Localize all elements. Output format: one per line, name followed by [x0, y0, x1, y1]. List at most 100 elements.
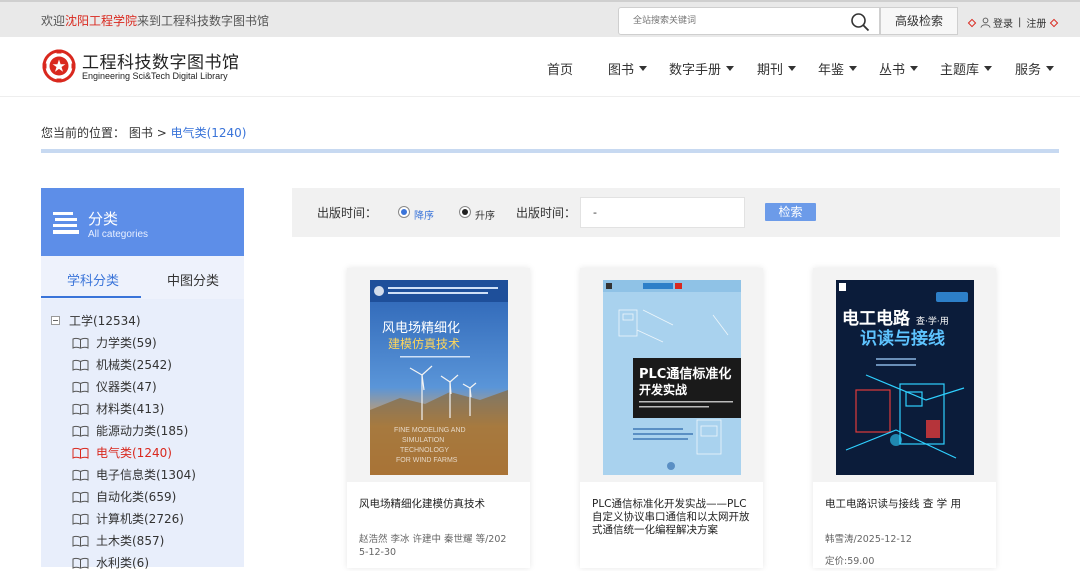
nav-yearbooks[interactable]: 年鉴 [818, 59, 858, 78]
tree-root-label: 工学(12534) [69, 314, 141, 328]
nav-services[interactable]: 服务 [1015, 59, 1055, 78]
caret-down-icon [1046, 66, 1055, 71]
logo-title-cn: 工程科技数字图书馆 [82, 53, 240, 73]
book-card[interactable]: 风电场精细化 建模仿真技术 FINE MODELING AND SIMULATI… [347, 268, 530, 568]
cover-title-line2: 开发实战 [639, 382, 687, 397]
caret-down-icon [788, 66, 797, 71]
sort-desc-radio[interactable] [398, 206, 410, 218]
nav-handbook-label: 数字手册 [669, 63, 722, 78]
open-book-icon [72, 469, 89, 481]
collapse-icon[interactable] [51, 316, 60, 325]
breadcrumb-divider [41, 149, 1059, 153]
book-meta-line2: 定价:59.00 [825, 556, 875, 567]
school-name: 沈阳工程学院 [65, 14, 138, 28]
nav-topics-label: 主题库 [940, 63, 980, 78]
global-search-input[interactable] [633, 13, 843, 29]
caret-down-icon [910, 66, 919, 71]
tree-item[interactable]: 电子信息类(1304) [72, 466, 196, 483]
tree-item[interactable]: 力学类(59) [72, 334, 157, 351]
cover-title-line2: 识读与接线 [860, 328, 945, 349]
login-link[interactable]: 登录 [993, 15, 1013, 30]
tree-root-engineering[interactable]: 工学(12534) [51, 312, 141, 329]
book-cover-area: 电工电路 查·学·用 识读与接线 [813, 268, 996, 482]
open-book-icon [72, 403, 89, 415]
nav-books[interactable]: 图书 [608, 59, 648, 78]
cover-en-line1: FINE MODELING AND [394, 427, 466, 434]
tab-clc-category[interactable]: 中图分类 [167, 270, 219, 289]
nav-series[interactable]: 丛书 [879, 59, 919, 78]
tree-item-label: 材料类(413) [96, 402, 165, 416]
book-cover-image[interactable]: 电工电路 查·学·用 识读与接线 [836, 280, 974, 475]
tree-item-label: 力学类(59) [96, 336, 157, 350]
tree-item-label: 机械类(2542) [96, 358, 172, 372]
open-book-icon [72, 491, 89, 503]
book-cover-image[interactable]: PLC通信标准化 开发实战 [603, 280, 741, 475]
welcome-prefix: 欢迎 [41, 14, 66, 28]
book-meta-line2: 5-12-30 [359, 547, 397, 558]
pub-date-range-input[interactable]: - [580, 197, 745, 228]
filter-search-button[interactable]: 检索 [765, 203, 816, 221]
open-book-icon [72, 535, 89, 547]
tree-item[interactable]: 机械类(2542) [72, 356, 172, 373]
caret-down-icon [639, 66, 648, 71]
nav-services-label: 服务 [1015, 63, 1042, 78]
tree-item[interactable]: 能源动力类(185) [72, 422, 188, 439]
cover-en-line3: TECHNOLOGY [400, 447, 449, 454]
tree-item-selected[interactable]: 电气类(1240) [72, 444, 172, 461]
caret-down-icon [849, 66, 858, 71]
book-card[interactable]: 电工电路 查·学·用 识读与接线 电工电路识读与接线 查 学 用 韩雪涛/202… [813, 268, 996, 568]
breadcrumb-books[interactable]: 图书 [129, 126, 153, 140]
cover-title-line1: 电工电路 [842, 308, 911, 329]
tree-item[interactable]: 仪器类(47) [72, 378, 157, 395]
tree-item[interactable]: 自动化类(659) [72, 488, 176, 505]
open-book-icon [72, 381, 89, 393]
active-tab-underline [41, 296, 141, 298]
category-tabs: 学科分类 中图分类 [41, 256, 244, 299]
nav-digital-handbook[interactable]: 数字手册 [669, 59, 735, 78]
caret-down-icon [984, 66, 993, 71]
tree-item-label: 水利类(6) [96, 556, 149, 570]
tree-item[interactable]: 水利类(6) [72, 554, 149, 571]
sort-desc-label[interactable]: 降序 [414, 207, 434, 222]
breadcrumb: 您当前的位置： 图书 > 电气类(1240) [41, 124, 246, 141]
user-icon [980, 17, 991, 28]
sort-asc-radio[interactable] [459, 206, 471, 218]
diamond-icon [1050, 18, 1059, 27]
cover-title-line1: 风电场精细化 [382, 321, 460, 336]
tree-item-label: 仪器类(47) [96, 380, 157, 394]
nav-home-label: 首页 [547, 63, 574, 78]
search-icon[interactable] [850, 12, 870, 32]
tree-item-label: 电气类(1240) [96, 446, 172, 460]
advanced-search-button[interactable]: 高级检索 [880, 7, 958, 35]
book-card[interactable]: PLC通信标准化 开发实战 PLC通信标准化开发实战——PLC自定义协议串口通信… [580, 268, 763, 568]
book-cover-image[interactable]: 风电场精细化 建模仿真技术 FINE MODELING AND SIMULATI… [370, 280, 508, 475]
books-stack-icon [53, 212, 79, 234]
breadcrumb-current[interactable]: 电气类(1240) [171, 126, 247, 140]
book-title[interactable]: PLC通信标准化开发实战——PLC自定义协议串口通信和以太网开放式通信统一化编程… [592, 498, 752, 537]
library-logo[interactable] [42, 49, 76, 83]
register-link[interactable]: 注册 [1026, 15, 1046, 30]
breadcrumb-prefix: 您当前的位置： [41, 126, 126, 140]
tree-item[interactable]: 计算机类(2726) [72, 510, 184, 527]
book-cover-area: PLC通信标准化 开发实战 [580, 268, 763, 482]
nav-topics[interactable]: 主题库 [940, 59, 993, 78]
welcome-text: 欢迎沈阳工程学院来到工程科技数字图书馆 [41, 12, 269, 29]
top-bar: 欢迎沈阳工程学院来到工程科技数字图书馆 高级检索 登录 | 注册 [0, 0, 1080, 37]
open-book-icon [72, 337, 89, 349]
nav-home[interactable]: 首页 [547, 59, 573, 78]
tree-item[interactable]: 材料类(413) [72, 400, 164, 417]
nav-journals[interactable]: 期刊 [757, 59, 797, 78]
book-title[interactable]: 风电场精细化建模仿真技术 [359, 498, 519, 511]
breadcrumb-separator: > [156, 126, 167, 140]
book-title[interactable]: 电工电路识读与接线 查 学 用 [825, 498, 985, 511]
tree-item-label: 能源动力类(185) [96, 424, 189, 438]
pub-time-range-label: 出版时间： [516, 206, 577, 220]
open-book-icon [72, 513, 89, 525]
tab-subject-category[interactable]: 学科分类 [67, 270, 119, 289]
tree-item[interactable]: 土木类(857) [72, 532, 164, 549]
tree-item-label: 自动化类(659) [96, 490, 177, 504]
category-sidebar: 分类 All categories 学科分类 中图分类 工学(12534) 力学… [41, 188, 244, 570]
sort-asc-label[interactable]: 升序 [475, 207, 495, 222]
open-book-icon [72, 447, 89, 459]
book-meta-line1: 韩雪涛/2025-12-12 [825, 534, 912, 545]
